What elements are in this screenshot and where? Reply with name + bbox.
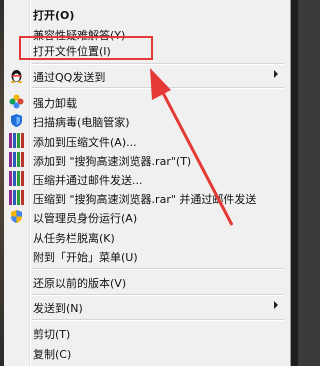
- annotation-arrow: [150, 68, 234, 226]
